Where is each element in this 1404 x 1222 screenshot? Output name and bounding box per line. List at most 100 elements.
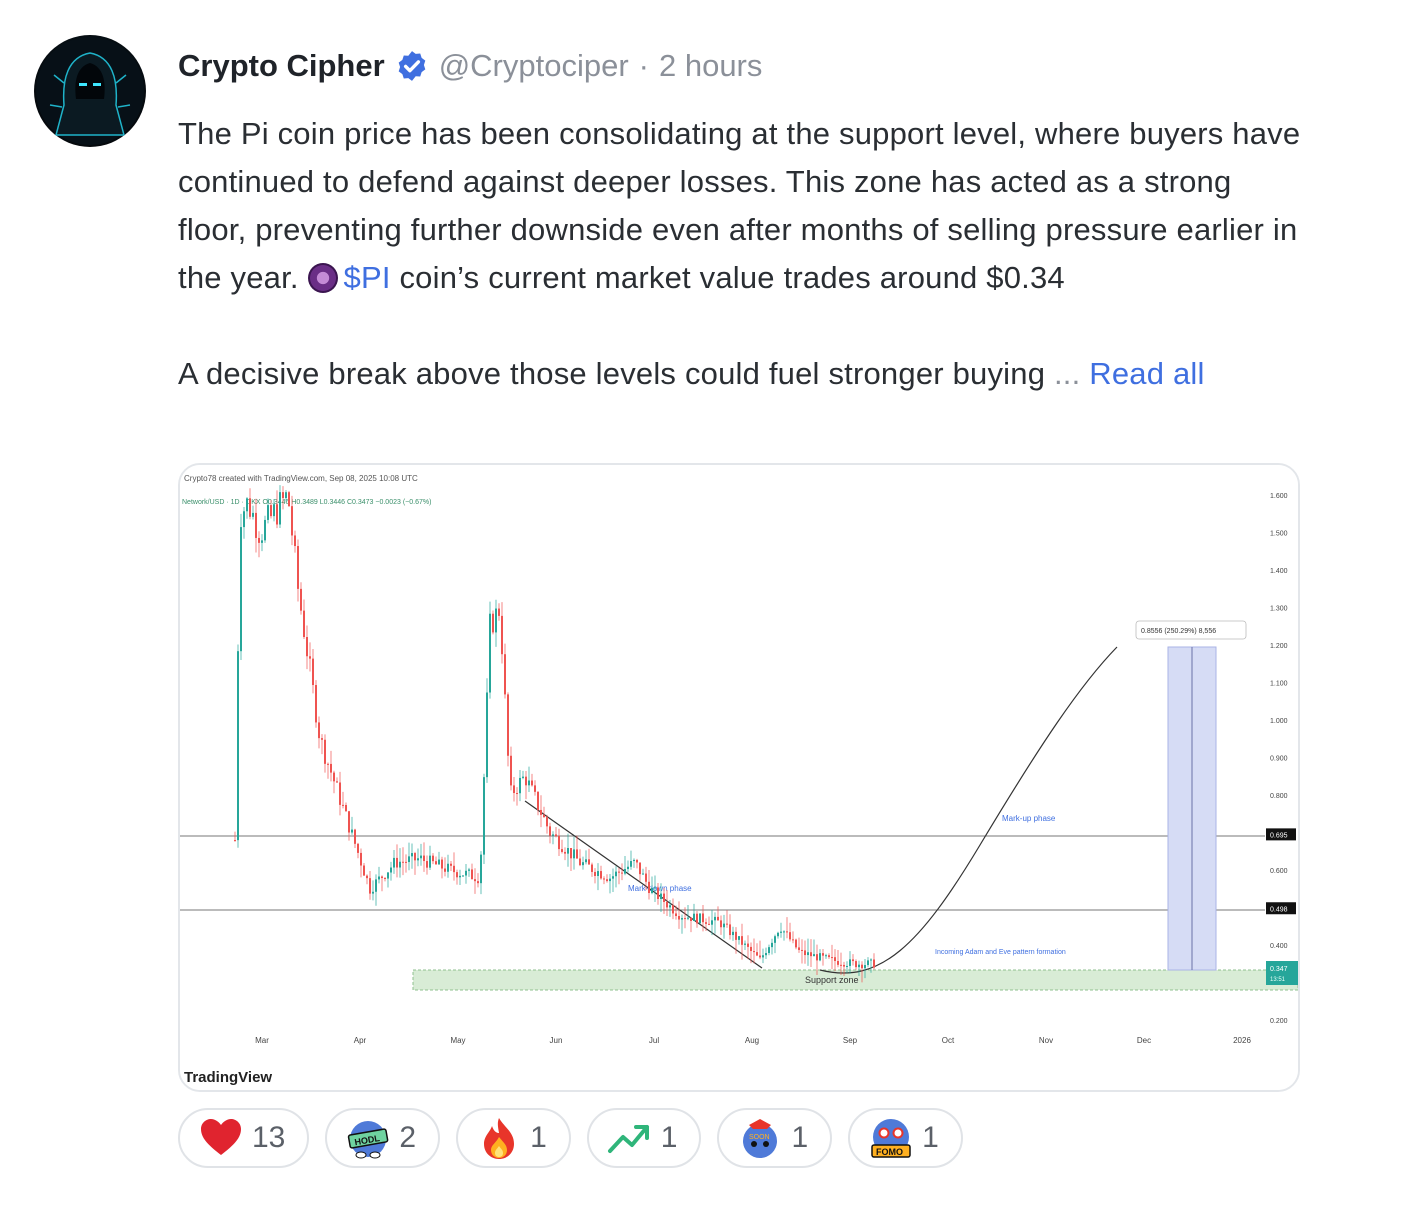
candle-body xyxy=(504,654,506,695)
author-avatar[interactable] xyxy=(34,35,146,147)
candle-body xyxy=(771,942,773,948)
candle-body xyxy=(270,505,272,517)
fomo-icon: FOMO xyxy=(871,1119,911,1158)
y-tick-label: 1.000 xyxy=(1270,718,1288,725)
post-body: The Pi coin price has been consolidating… xyxy=(178,110,1308,398)
chart-image-card[interactable]: Crypto78 created with TradingView.com, S… xyxy=(178,463,1300,1092)
candle-body xyxy=(327,763,329,765)
candle-body xyxy=(351,829,353,833)
candle-body xyxy=(585,859,587,863)
candle-body xyxy=(567,847,569,854)
candle-body xyxy=(402,861,404,863)
candle-body xyxy=(537,791,539,810)
candle-body xyxy=(744,943,746,945)
reaction-fomo[interactable]: FOMO 1 xyxy=(848,1108,963,1168)
candle-body xyxy=(456,872,458,878)
reaction-fire[interactable]: 1 xyxy=(456,1108,571,1168)
candle-body xyxy=(405,861,407,863)
candle-body xyxy=(600,871,602,879)
candle-body xyxy=(381,876,383,878)
markup-label: Mark-up phase xyxy=(1002,814,1056,823)
candle-body xyxy=(702,913,704,923)
candle-body xyxy=(579,858,581,866)
candle-body xyxy=(810,952,812,957)
candle-body xyxy=(303,610,305,638)
candle-body xyxy=(540,809,542,815)
candle-body xyxy=(306,637,308,657)
reaction-heart[interactable]: 13 xyxy=(178,1108,310,1168)
meta-separator: · xyxy=(638,48,649,83)
candle-body xyxy=(288,492,290,507)
candle-body xyxy=(729,924,731,936)
post-text-part2: coin’s current market value trades aroun… xyxy=(390,260,1065,295)
candle-body xyxy=(261,540,263,543)
post-timestamp[interactable]: 2 hours xyxy=(659,48,762,84)
x-tick-label: Dec xyxy=(1137,1036,1151,1045)
reaction-hodl[interactable]: HODL 2 xyxy=(325,1108,441,1168)
candle-body xyxy=(576,849,578,859)
candle-body xyxy=(534,785,536,792)
cashtag-link[interactable]: $PI xyxy=(344,260,391,295)
candle-body xyxy=(468,869,470,871)
candle-body xyxy=(339,782,341,805)
reaction-rocket-face[interactable]: SOON 1 xyxy=(717,1108,833,1168)
candle-body xyxy=(612,876,614,879)
candle-body xyxy=(435,861,437,865)
candle-body xyxy=(246,498,248,512)
pi-coin-icon xyxy=(307,263,338,293)
candle-body xyxy=(726,923,728,925)
candle-body xyxy=(762,955,764,958)
candle-body xyxy=(672,905,674,914)
candle-body xyxy=(513,785,515,794)
candle-body xyxy=(444,868,446,872)
candle-body xyxy=(345,804,347,812)
candle-body xyxy=(666,901,668,908)
candle-body xyxy=(546,817,548,827)
candle-body xyxy=(393,857,395,868)
read-all-link[interactable]: Read all xyxy=(1089,356,1204,391)
adam-eve-label: Incoming Adam and Eve pattern formation xyxy=(935,949,1066,956)
reaction-trend[interactable]: 1 xyxy=(586,1108,702,1168)
candle-body xyxy=(474,879,476,882)
candle-body xyxy=(723,923,725,928)
candle-body xyxy=(624,869,626,874)
candle-body xyxy=(735,931,737,940)
trend-up-icon xyxy=(607,1125,649,1153)
candle-body xyxy=(609,878,611,882)
candle-body xyxy=(765,953,767,956)
candle-body xyxy=(621,872,623,874)
candle-body xyxy=(870,959,872,961)
candle-body xyxy=(390,867,392,873)
candle-body xyxy=(777,932,779,937)
candle-body xyxy=(738,936,740,940)
candle-body xyxy=(549,826,551,836)
candle-body xyxy=(408,856,410,863)
x-tick-label: May xyxy=(450,1036,465,1045)
candle-body xyxy=(861,964,863,969)
candle-body xyxy=(873,959,875,968)
fire-icon xyxy=(484,1118,515,1159)
candle-body xyxy=(372,891,374,894)
hodl-icon: HODL xyxy=(348,1121,389,1159)
candle-body xyxy=(774,936,776,943)
author-name[interactable]: Crypto Cipher xyxy=(178,48,385,84)
candle-body xyxy=(312,658,314,686)
x-tick-label: Mar xyxy=(255,1036,269,1045)
candle-body xyxy=(438,859,440,865)
candle-body xyxy=(804,950,806,956)
candle-body xyxy=(603,878,605,880)
candle-body xyxy=(528,780,530,786)
candle-body xyxy=(855,961,857,968)
candle-body xyxy=(441,859,443,869)
svg-text:SOON: SOON xyxy=(749,1134,770,1141)
candle-body xyxy=(639,862,641,875)
x-tick-label: Nov xyxy=(1039,1036,1053,1045)
candle-body xyxy=(459,875,461,878)
candle-body xyxy=(489,613,491,693)
candle-body xyxy=(552,834,554,836)
author-handle[interactable]: @Cryptociper xyxy=(439,48,629,84)
candle-body xyxy=(252,512,254,517)
x-tick-label: Apr xyxy=(354,1036,367,1045)
candle-body xyxy=(780,931,782,933)
candle-body xyxy=(627,866,629,870)
